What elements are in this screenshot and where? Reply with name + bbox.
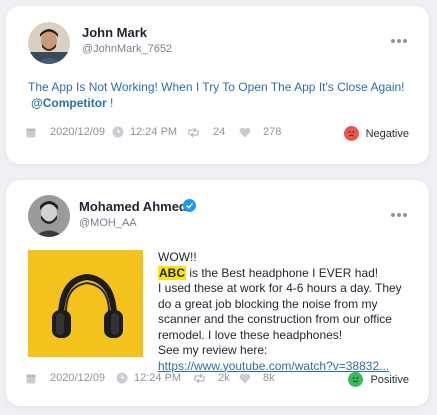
dot-icon [403,39,407,43]
post-text: The App Is Not Working! When I Try To Op… [28,79,418,111]
sentiment-badge: Positive [348,372,409,387]
like-count[interactable]: 8k [239,372,275,384]
time-text: 12:24 PM [134,372,182,384]
post-line-3: I used these at work for 4-6 hours a day… [158,281,402,342]
retweet-icon [188,127,199,137]
dot-icon [391,39,395,43]
more-options-button[interactable] [389,207,407,217]
more-options-button[interactable] [389,33,407,43]
post-image[interactable] [28,250,143,357]
brand-highlight: ABC [158,265,186,280]
post-time: 12:24 PM [112,126,177,138]
author-handle[interactable]: @MOH_AA [79,217,137,229]
headphones-image [28,250,143,357]
date-text: 2020/12/09 [50,126,106,138]
review-prefix: See my review here: [158,343,268,357]
sentiment-badge: Negative [343,126,409,141]
date-text: 2020/12/09 [50,372,106,384]
calendar-icon [26,128,36,137]
post-review: See my review here: https://www.youtube.… [158,343,408,374]
post-date: 2020/12/09 [26,126,105,138]
sad-face-icon [343,126,359,141]
post-meta: 2020/12/09 12:24 PM 24 278 Negative [26,126,409,144]
happy-face-icon [348,372,364,387]
retweet-icon [194,373,205,383]
like-text: 278 [263,126,282,138]
review-link[interactable]: https://www.youtube.com/watch?v=38832... [158,359,389,373]
post-body: The App Is Not Working! When I Try To Op… [28,80,405,94]
post-date: 2020/12/09 [26,372,105,384]
like-text: 8k [263,372,275,384]
post-text: WOW!! ABC is the Best headphone I EVER h… [158,250,408,374]
dot-icon [391,213,395,217]
mention-link[interactable]: @Competitor [31,96,107,110]
sentiment-label: Negative [365,127,409,140]
author-handle[interactable]: @JohnMark_7652 [82,43,172,55]
retweet-text: 2k [218,372,230,384]
post-line-2: ABC is the Best headphone I EVER had! [158,265,408,282]
sentiment-label: Positive [370,373,409,386]
post-meta: 2020/12/09 12:24 PM 2k 8k Positive [26,372,409,390]
clock-icon [112,126,124,138]
time-text: 12:24 PM [130,126,178,138]
retweet-count[interactable]: 2k [193,372,230,384]
author-name[interactable]: Mohamed Ahmed [79,199,187,214]
retweet-count[interactable]: 24 [187,126,225,138]
dot-icon [397,213,401,217]
post-line-1: WOW!! [158,250,197,264]
verified-badge-icon [183,199,196,212]
heart-icon [239,127,251,137]
retweet-text: 24 [213,126,226,138]
heart-icon [239,373,251,383]
calendar-icon [26,374,36,383]
avatar[interactable] [28,195,70,237]
clock-icon [116,372,128,384]
author-name[interactable]: John Mark [82,25,147,40]
dot-icon [403,213,407,217]
mention-suffix: ! [106,96,114,110]
avatar[interactable] [28,22,70,64]
dot-icon [397,39,401,43]
post-line-2-rest: is the Best headphone I EVER had! [186,265,379,280]
post-card: John Mark @JohnMark_7652 The App Is Not … [6,6,429,164]
post-card: Mohamed Ahmed @MOH_AA WOW!! ABC is the B… [6,180,429,406]
post-time: 12:24 PM [116,372,181,384]
like-count[interactable]: 278 [239,126,281,138]
